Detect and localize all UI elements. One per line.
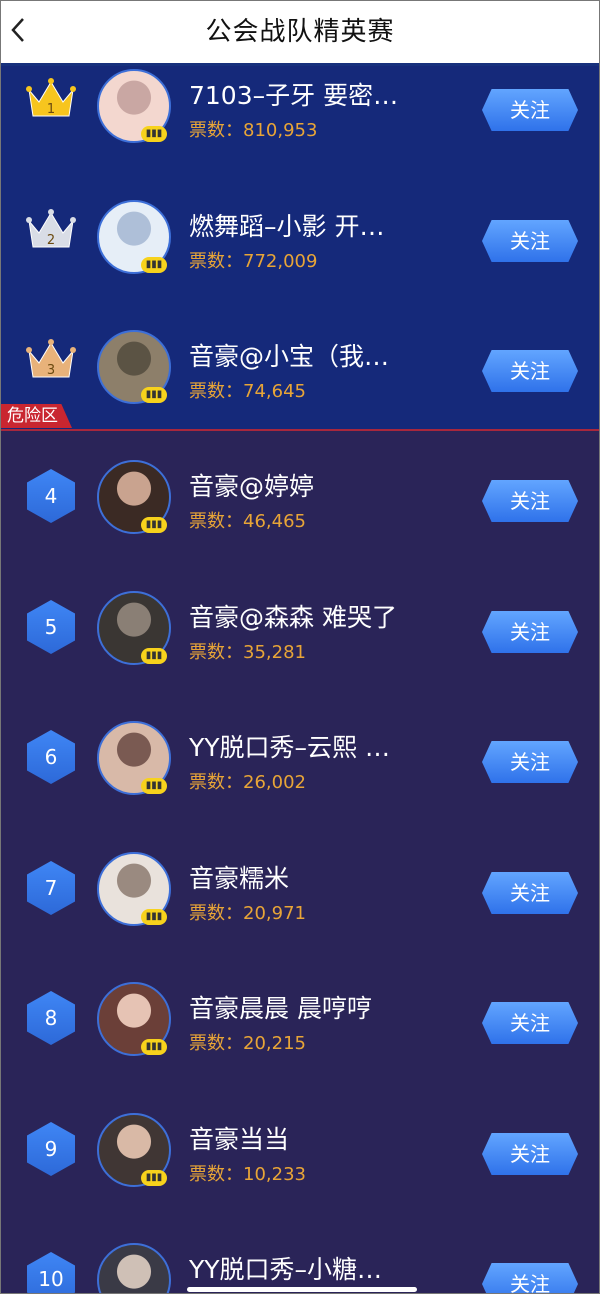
vote-value: 20,215 bbox=[243, 1033, 306, 1054]
vote-count: 票数：10,233 bbox=[189, 1160, 306, 1186]
vote-prefix: 票数： bbox=[189, 1033, 243, 1054]
follow-button[interactable]: 关注 bbox=[482, 741, 578, 783]
anchor-name[interactable]: 音豪@森森 难哭了 bbox=[189, 598, 439, 634]
rank-row: 2 ▮▮▮ 燃舞蹈–小影 开… 票数：772,009 关注 bbox=[1, 167, 599, 297]
anchor-name[interactable]: YY脱口秀–云熙 … bbox=[189, 728, 439, 764]
vote-prefix: 票数： bbox=[189, 511, 243, 532]
crown-icon: 2 bbox=[26, 209, 76, 248]
rank-row: 5 ▮▮▮ 音豪@森森 难哭了 票数：35,281 关注 bbox=[1, 558, 599, 688]
vote-count: 票数：35,281 bbox=[189, 638, 306, 664]
vote-prefix: 票数： bbox=[189, 381, 243, 402]
vote-value: 35,281 bbox=[243, 642, 306, 663]
rank-number-badge: 9 bbox=[27, 1122, 75, 1176]
rank-row: 8 ▮▮▮ 音豪晨晨 晨哼哼 票数：20,215 关注 bbox=[1, 949, 599, 1079]
rank-number-badge: 4 bbox=[27, 469, 75, 523]
vote-count: 票数：810,953 bbox=[189, 116, 317, 142]
anchor-name[interactable]: 音豪@小宝（我… bbox=[189, 337, 439, 373]
vote-value: 10,233 bbox=[243, 1164, 306, 1185]
anchor-name[interactable]: 7103–子牙 要密… bbox=[189, 76, 439, 112]
rank-row: 1 ▮▮▮ 7103–子牙 要密… 票数：810,953 关注 bbox=[1, 36, 599, 166]
live-audio-icon: ▮▮▮ bbox=[141, 387, 167, 403]
vote-prefix: 票数： bbox=[189, 772, 243, 793]
follow-button[interactable]: 关注 bbox=[482, 220, 578, 262]
anchor-name[interactable]: 燃舞蹈–小影 开… bbox=[189, 207, 439, 243]
follow-button[interactable]: 关注 bbox=[482, 480, 578, 522]
vote-prefix: 票数： bbox=[189, 903, 243, 924]
live-audio-icon: ▮▮▮ bbox=[141, 1170, 167, 1186]
live-audio-icon: ▮▮▮ bbox=[141, 517, 167, 533]
vote-prefix: 票数： bbox=[189, 120, 243, 141]
anchor-name[interactable]: 音豪晨晨 晨哼哼 bbox=[189, 989, 439, 1025]
crown-icon: 1 bbox=[26, 78, 76, 117]
live-audio-icon: ▮▮▮ bbox=[141, 126, 167, 142]
vote-value: 772,009 bbox=[243, 251, 318, 272]
follow-button[interactable]: 关注 bbox=[482, 1002, 578, 1044]
vote-value: 810,953 bbox=[243, 120, 318, 141]
rank-row: 6 ▮▮▮ YY脱口秀–云熙 … 票数：26,002 关注 bbox=[1, 688, 599, 818]
anchor-name[interactable]: 音豪@婷婷 bbox=[189, 467, 439, 503]
crown-rank-number: 2 bbox=[47, 233, 55, 248]
live-audio-icon: ▮▮▮ bbox=[141, 1039, 167, 1055]
vote-count: 票数：772,009 bbox=[189, 247, 317, 273]
follow-button[interactable]: 关注 bbox=[482, 872, 578, 914]
rank-number-badge: 7 bbox=[27, 861, 75, 915]
follow-button[interactable]: 关注 bbox=[482, 1263, 578, 1293]
ranking-list: 1 ▮▮▮ 7103–子牙 要密… 票数：810,953 关注 2 ▮▮▮ 燃舞… bbox=[1, 1, 599, 1293]
vote-value: 74,645 bbox=[243, 381, 306, 402]
rank-row: 9 ▮▮▮ 音豪当当 票数：10,233 关注 bbox=[1, 1080, 599, 1210]
crown-rank-number: 3 bbox=[47, 363, 55, 378]
rank-number-badge: 6 bbox=[27, 730, 75, 784]
avatar[interactable] bbox=[97, 1243, 171, 1293]
rank-number-badge: 8 bbox=[27, 991, 75, 1045]
vote-count: 票数：20,215 bbox=[189, 1029, 306, 1055]
vote-value: 46,465 bbox=[243, 511, 306, 532]
live-audio-icon: ▮▮▮ bbox=[141, 909, 167, 925]
rank-number-badge: 5 bbox=[27, 600, 75, 654]
follow-button[interactable]: 关注 bbox=[482, 1133, 578, 1175]
live-audio-icon: ▮▮▮ bbox=[141, 257, 167, 273]
crown-icon: 3 bbox=[26, 339, 76, 378]
follow-button[interactable]: 关注 bbox=[482, 89, 578, 131]
rank-row: 3 ▮▮▮ 音豪@小宝（我… 票数：74,645 关注 bbox=[1, 297, 599, 427]
vote-prefix: 票数： bbox=[189, 642, 243, 663]
anchor-name[interactable]: YY脱口秀–小糖… bbox=[189, 1250, 439, 1286]
vote-value: 26,002 bbox=[243, 772, 306, 793]
rank-number-badge: 10 bbox=[27, 1252, 75, 1293]
follow-button[interactable]: 关注 bbox=[482, 350, 578, 392]
vote-count: 票数：26,002 bbox=[189, 768, 306, 794]
rank-row: 4 ▮▮▮ 音豪@婷婷 票数：46,465 关注 bbox=[1, 427, 599, 557]
vote-value: 20,971 bbox=[243, 903, 306, 924]
home-indicator bbox=[187, 1287, 417, 1292]
rank-row: 7 ▮▮▮ 音豪糯米 票数：20,971 关注 bbox=[1, 819, 599, 949]
live-audio-icon: ▮▮▮ bbox=[141, 648, 167, 664]
live-audio-icon: ▮▮▮ bbox=[141, 778, 167, 794]
app-frame: 危险区 公会战队精英赛 1 ▮▮▮ 7103–子牙 要密… 票数：810,953… bbox=[0, 0, 600, 1294]
anchor-name[interactable]: 音豪当当 bbox=[189, 1120, 439, 1156]
crown-rank-number: 1 bbox=[47, 102, 55, 117]
vote-count: 票数：20,971 bbox=[189, 899, 306, 925]
vote-count: 票数：74,645 bbox=[189, 377, 306, 403]
follow-button[interactable]: 关注 bbox=[482, 611, 578, 653]
anchor-name[interactable]: 音豪糯米 bbox=[189, 859, 439, 895]
vote-prefix: 票数： bbox=[189, 1164, 243, 1185]
vote-prefix: 票数： bbox=[189, 251, 243, 272]
rank-row: 10 ▮▮▮ YY脱口秀–小糖… 票数： 关注 bbox=[1, 1210, 599, 1293]
vote-count: 票数：46,465 bbox=[189, 507, 306, 533]
